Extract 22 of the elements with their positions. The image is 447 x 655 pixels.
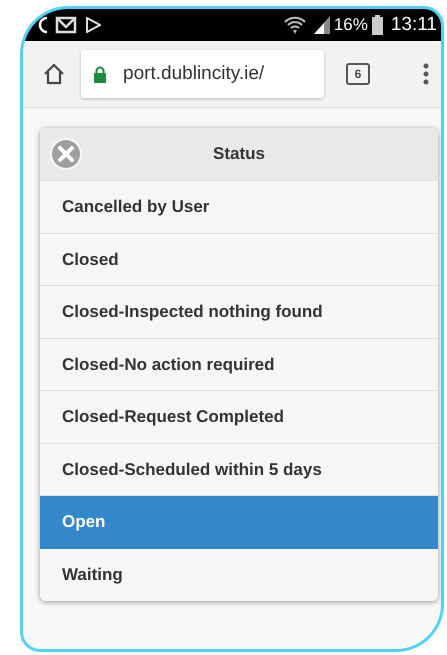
clock-time: 13:11 <box>390 12 437 37</box>
mail-icon <box>55 16 77 34</box>
status-option[interactable]: Closed-No action required <box>40 338 438 391</box>
status-option[interactable]: Closed <box>40 234 438 286</box>
url-field[interactable]: port.dublincity.ie/ <box>81 50 324 98</box>
status-option[interactable]: Open <box>40 496 438 548</box>
wifi-icon <box>284 15 306 35</box>
lock-icon <box>93 66 107 82</box>
play-store-icon <box>85 17 101 33</box>
status-option[interactable]: Cancelled by User <box>40 181 438 234</box>
dialog-title: Status <box>213 143 265 166</box>
status-option[interactable]: Waiting <box>40 548 438 601</box>
battery-percent: 16% <box>334 14 368 36</box>
menu-icon[interactable] <box>423 63 429 85</box>
tab-count-button[interactable]: 6 <box>346 63 370 85</box>
status-option[interactable]: Closed-Scheduled within 5 days <box>40 444 438 496</box>
home-icon[interactable] <box>43 63 65 85</box>
signal-icon <box>314 16 330 34</box>
status-option[interactable]: Closed-Request Completed <box>40 391 438 444</box>
battery-icon <box>372 15 383 35</box>
status-option[interactable]: Closed-Inspected nothing found <box>40 286 438 338</box>
close-button[interactable] <box>49 137 83 171</box>
